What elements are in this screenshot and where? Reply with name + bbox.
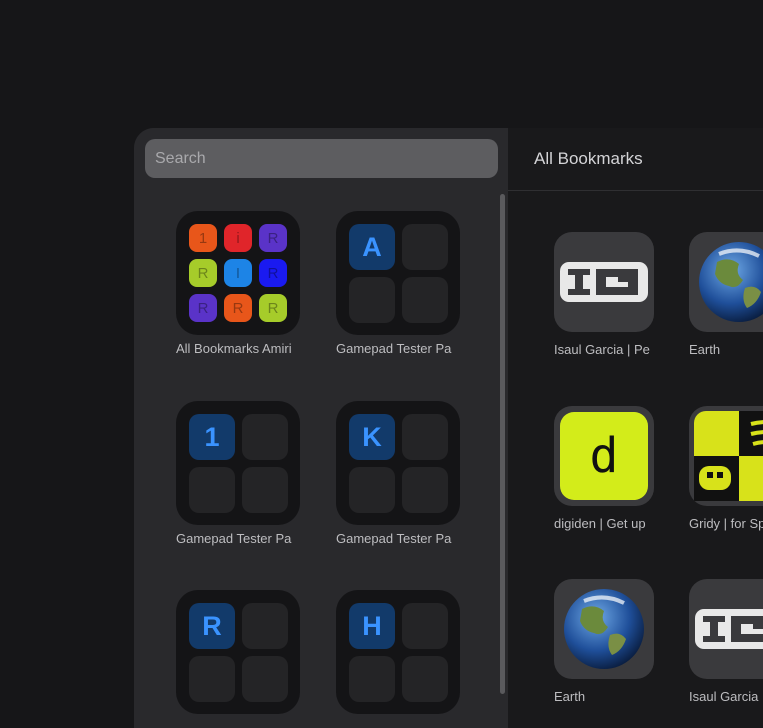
bookmarks-title: All Bookmarks bbox=[534, 149, 643, 168]
bookmark-label: Isaul Garcia | Pe bbox=[554, 342, 650, 357]
letter-icon: R bbox=[189, 603, 235, 649]
folder-gamepad-1[interactable]: 1 Gamepad Tester Pa bbox=[168, 401, 338, 546]
folder-r[interactable]: R bbox=[168, 590, 338, 714]
app-icon: R bbox=[189, 259, 217, 287]
folder-icon: 1 bbox=[176, 401, 300, 525]
folder-icon-grid: 1 i R R I R R R R bbox=[176, 211, 300, 335]
empty-slot bbox=[402, 603, 448, 649]
bookmark-item[interactable]: Gridy | for Sp bbox=[689, 406, 763, 531]
empty-slot bbox=[242, 467, 288, 513]
folders-scrollbar[interactable] bbox=[500, 194, 505, 694]
bookmark-label: Earth bbox=[689, 342, 721, 357]
bookmarks-header: All Bookmarks bbox=[508, 128, 763, 191]
folder-gamepad-a[interactable]: A Gamepad Tester Pa bbox=[328, 211, 498, 356]
bookmark-label: Isaul Garcia bbox=[689, 689, 759, 704]
empty-slot bbox=[402, 656, 448, 702]
bookmark-item[interactable]: Isaul Garcia bbox=[689, 579, 763, 704]
folder-label: Gamepad Tester Pa bbox=[336, 341, 452, 356]
earth-icon bbox=[689, 232, 763, 332]
digiden-icon: d bbox=[554, 406, 654, 506]
folder-all-bookmarks[interactable]: 1 i R R I R R R R All Bookmarks Amiri bbox=[168, 211, 338, 356]
empty-slot bbox=[242, 414, 288, 460]
folder-icon: R bbox=[176, 590, 300, 714]
app-icon: R bbox=[189, 294, 217, 322]
bookmark-label: digiden | Get up bbox=[554, 516, 646, 531]
bookmarks-panel: 1 i R R I R R R R All Bookmarks Amiri A … bbox=[134, 128, 763, 728]
empty-slot bbox=[189, 467, 235, 513]
folder-icon: H bbox=[336, 590, 460, 714]
app-icon: R bbox=[259, 259, 287, 287]
folder-label: Gamepad Tester Pa bbox=[336, 531, 452, 546]
empty-slot bbox=[402, 467, 448, 513]
folder-h[interactable]: H bbox=[328, 590, 498, 714]
folder-gamepad-k[interactable]: K Gamepad Tester Pa bbox=[328, 401, 498, 546]
bookmark-item[interactable]: Isaul Garcia | Pe bbox=[554, 232, 664, 357]
digiden-letter: d bbox=[589, 428, 619, 484]
bookmarks-pane: All Bookmarks Isaul Garcia | Pe Earth d … bbox=[508, 128, 763, 728]
empty-slot bbox=[402, 277, 448, 323]
app-icon: R bbox=[259, 224, 287, 252]
folder-label: All Bookmarks Amiri bbox=[176, 341, 292, 356]
empty-slot bbox=[189, 656, 235, 702]
bookmark-label: Gridy | for Sp bbox=[689, 516, 763, 531]
bookmark-item[interactable]: d digiden | Get up bbox=[554, 406, 664, 531]
empty-slot bbox=[242, 603, 288, 649]
empty-slot bbox=[402, 414, 448, 460]
app-icon: R bbox=[224, 294, 252, 322]
bookmark-label: Earth bbox=[554, 689, 586, 704]
ig-logo-icon bbox=[689, 579, 763, 679]
bookmark-item[interactable]: Earth bbox=[554, 579, 664, 704]
earth-icon bbox=[554, 579, 654, 679]
bookmark-item[interactable]: Earth bbox=[689, 232, 763, 357]
gridy-icon bbox=[689, 406, 763, 506]
empty-slot bbox=[349, 467, 395, 513]
letter-icon: K bbox=[349, 414, 395, 460]
app-icon: I bbox=[224, 259, 252, 287]
app-icon: R bbox=[259, 294, 287, 322]
letter-icon: 1 bbox=[189, 414, 235, 460]
app-icon: i bbox=[224, 224, 252, 252]
empty-slot bbox=[242, 656, 288, 702]
empty-slot bbox=[349, 656, 395, 702]
empty-slot bbox=[402, 224, 448, 270]
letter-icon: H bbox=[349, 603, 395, 649]
folders-pane: 1 i R R I R R R R All Bookmarks Amiri A … bbox=[134, 128, 508, 728]
folder-icon: A bbox=[336, 211, 460, 335]
letter-icon: A bbox=[349, 224, 395, 270]
app-icon: 1 bbox=[189, 224, 217, 252]
folder-icon: K bbox=[336, 401, 460, 525]
ig-logo-icon bbox=[554, 232, 654, 332]
search-input[interactable] bbox=[145, 139, 498, 178]
empty-slot bbox=[349, 277, 395, 323]
folder-label: Gamepad Tester Pa bbox=[176, 531, 292, 546]
